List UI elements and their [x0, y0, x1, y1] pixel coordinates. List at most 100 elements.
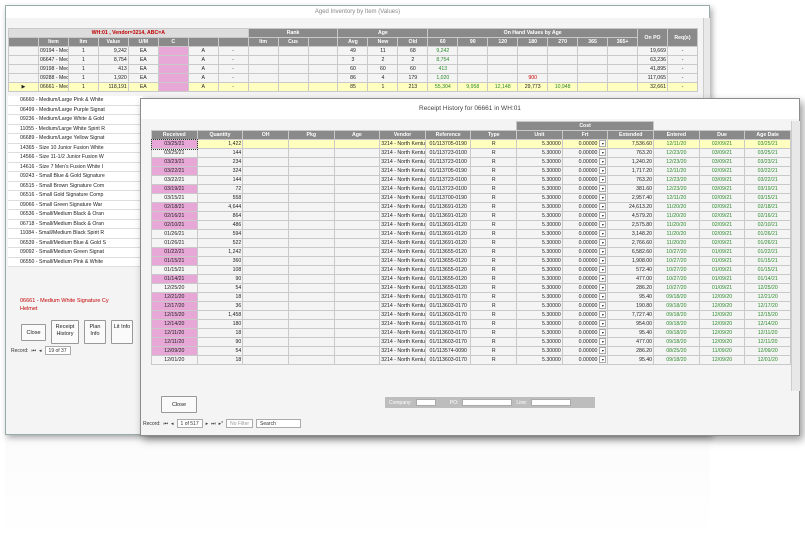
col-pkg[interactable]: Pkg [287, 130, 335, 140]
receipt-scrollbar[interactable] [791, 121, 800, 391]
receipt-row[interactable]: 12/01/20183214 - North Kentucky Fabulous… [151, 355, 791, 365]
list-item[interactable]: 06536 - Small/Medium Black & Oran [8, 210, 143, 220]
receipt-row[interactable]: 03/19/21723214 - North Kentucky Fabulous… [151, 184, 791, 194]
receipt-row[interactable]: 03/23/212343214 - North Kentucky Fabulou… [151, 157, 791, 167]
aged-row[interactable]: 09194 - Medium Gold Signature Womens Fle… [8, 46, 699, 56]
frt-dropdown-icon[interactable]: ▾ [599, 284, 607, 292]
frt-dropdown-icon[interactable]: ▾ [599, 320, 607, 328]
aged-row[interactable]: 06647 - Medium Gray Signature Cycling He… [8, 55, 699, 65]
frt-dropdown-icon[interactable]: ▾ [599, 293, 607, 301]
receipt-history-button[interactable]: Receipt History [51, 320, 79, 344]
cell-frt[interactable]: 0.00000 ▾ [561, 220, 609, 230]
lit-info-button[interactable]: Lit Info [111, 320, 133, 344]
list-item[interactable]: 14616 - Size 7 Men's Fusion White I [8, 162, 143, 172]
receipt-row[interactable]: 03/25/211,4223214 - North Kentucky Fabul… [150, 138, 791, 150]
col-unit[interactable]: Unit [516, 130, 563, 140]
company-dropdown[interactable]: ▾ [415, 399, 436, 406]
receipt-row[interactable]: 03/15/215583214 - North Kentucky Fabulou… [151, 193, 791, 203]
list-item[interactable]: 09236 - Medium/Large White & Gold [8, 115, 143, 125]
receipt-row[interactable]: 01/14/21903214 - North Kentucky Fabulous… [151, 274, 791, 284]
col-age[interactable]: Age [333, 130, 381, 140]
list-item[interactable]: 06550 - Small/Medium Pink & White [8, 257, 143, 267]
frt-dropdown-icon[interactable]: ▾ [599, 176, 607, 184]
list-item[interactable]: 06539 - Small/Medium Blue & Gold S [8, 238, 143, 248]
row-selector[interactable] [8, 64, 39, 74]
frt-dropdown-icon[interactable]: ▾ [599, 302, 607, 310]
row-selector-icon[interactable]: ▶ [8, 82, 39, 92]
list-item[interactable]: 11084 - Small/Medium Black Spirit R [8, 229, 143, 239]
cell-frt[interactable]: 0.00000 ▾ [561, 355, 609, 365]
receipt-row[interactable]: 12/11/20903214 - North Kentucky Fabulous… [151, 337, 791, 347]
frt-dropdown-icon[interactable]: ▾ [599, 158, 607, 166]
col-ext[interactable]: Extended [607, 130, 655, 140]
frt-dropdown-icon[interactable]: ▾ [599, 338, 607, 346]
frt-dropdown-icon[interactable]: ▾ [599, 347, 607, 355]
frt-dropdown-icon[interactable]: ▾ [599, 248, 607, 256]
cell-frt[interactable]: 0.00000 ▾ [561, 346, 609, 356]
cell-frt[interactable]: 0.00000 ▾ [561, 148, 609, 158]
row-selector[interactable] [8, 55, 39, 65]
aged-row[interactable]: 09288 - Medium Orange & White Signature … [8, 73, 699, 83]
receipt-row[interactable]: 02/18/214,6443214 - North Kentucky Fabul… [151, 202, 791, 212]
cell-frt[interactable]: 0.00000 ▾ [561, 292, 609, 302]
list-item[interactable]: 09243 - Small Blue & Gold Signature [8, 172, 143, 182]
receipt-row[interactable]: 12/11/20183214 - North Kentucky Fabulous… [151, 328, 791, 338]
aged-row[interactable]: 09198 - Medium Green & White Signature W… [8, 64, 699, 74]
frt-dropdown-icon[interactable]: ▾ [599, 203, 607, 211]
cell-frt[interactable]: 0.00000 ▾ [561, 211, 609, 221]
receipt-row[interactable]: 12/21/20183214 - North Kentucky Fabulous… [151, 292, 791, 302]
cell-frt[interactable]: 0.00000 ▾ [561, 301, 609, 311]
frt-dropdown-icon[interactable]: ▾ [599, 140, 607, 148]
frt-dropdown-icon[interactable]: ▾ [599, 266, 607, 274]
frt-dropdown-icon[interactable]: ▾ [599, 311, 607, 319]
receipt-row[interactable]: 01/15/211083214 - North Kentucky Fabulou… [151, 265, 791, 275]
frt-dropdown-icon[interactable]: ▾ [599, 194, 607, 202]
cell-frt[interactable]: 0.00000 ▾ [561, 202, 609, 212]
frt-dropdown-icon[interactable]: ▾ [599, 356, 607, 364]
cell-frt[interactable]: 0.00000 ▾ [561, 175, 609, 185]
col-frt[interactable]: Frt [561, 130, 609, 140]
list-item[interactable]: 09092 - Small/Medium Green Signat [8, 248, 143, 258]
aged-row[interactable]: ▶06661 - Medium White Signature Cycling … [8, 82, 699, 92]
frt-dropdown-icon[interactable]: ▾ [599, 212, 607, 220]
receipt-row[interactable]: 03/22/211443214 - North Kentucky Fabulou… [151, 175, 791, 185]
last-record-icon[interactable]: ⏭ [211, 421, 216, 427]
receipt-row[interactable]: 03/25/211443214 - North Kentucky Fabulou… [151, 148, 791, 158]
no-filter-button[interactable]: No Filter [226, 419, 254, 428]
plan-info-button[interactable]: Plan Info [84, 320, 106, 344]
receipt-row[interactable]: 01/26/215223214 - North Kentucky Fabulou… [151, 238, 791, 248]
list-item[interactable]: 06689 - Medium/Large Yellow Signat [8, 134, 143, 144]
col-qty[interactable]: Quantity [196, 130, 244, 140]
cell-frt[interactable]: 0.00000 ▾ [561, 157, 609, 167]
col-due[interactable]: Due [698, 130, 746, 140]
col-entered[interactable]: Entered [653, 130, 700, 140]
cell-frt[interactable]: 0.00000 ▾ [561, 166, 609, 176]
receipt-row[interactable]: 01/26/215943214 - North Kentucky Fabulou… [151, 229, 791, 239]
cell-frt[interactable]: 0.00000 ▾ [561, 256, 609, 266]
receipt-row[interactable]: 02/10/214863214 - North Kentucky Fabulou… [151, 220, 791, 230]
row-selector[interactable] [8, 73, 39, 83]
first-record-icon[interactable]: ⏮ [164, 421, 169, 427]
col-agedate[interactable]: Age Date [744, 130, 791, 140]
frt-dropdown-icon[interactable]: ▾ [599, 221, 607, 229]
prev-record-icon[interactable]: ◂ [39, 348, 42, 354]
next-record-icon[interactable]: ▸ [206, 421, 209, 427]
cell-frt[interactable]: 0.00000 ▾ [561, 265, 609, 275]
receipt-row[interactable]: 12/15/201,4583214 - North Kentucky Fabul… [151, 310, 791, 320]
col-ref[interactable]: Reference [424, 130, 472, 140]
list-item[interactable]: 06499 - Medium/Large Purple Signat [8, 105, 143, 115]
cell-frt[interactable]: 0.00000 ▾ [561, 274, 609, 284]
col-vendor[interactable]: Vendor [379, 130, 426, 140]
cell-frt[interactable]: 0.00000 ▾ [561, 328, 609, 338]
list-item[interactable]: 06515 - Small Brown Signature Com [8, 181, 143, 191]
frt-dropdown-icon[interactable]: ▾ [599, 185, 607, 193]
receipt-row[interactable]: 12/17/20363214 - North Kentucky Fabulous… [151, 301, 791, 311]
frt-dropdown-icon[interactable]: ▾ [599, 275, 607, 283]
frt-dropdown-icon[interactable]: ▾ [599, 149, 607, 157]
po-field[interactable] [462, 399, 513, 406]
cell-frt[interactable]: 0.00000 ▾ [561, 247, 609, 257]
list-item[interactable]: 14566 - Size 11-1/2 Junior Fusion W [8, 153, 143, 163]
receipt-row[interactable]: 12/09/20543214 - North Kentucky Fabulous… [151, 346, 791, 356]
list-item[interactable]: 09066 - Small Green Signature War [8, 200, 143, 210]
cell-frt[interactable]: 0.00000 ▾ [561, 184, 609, 194]
